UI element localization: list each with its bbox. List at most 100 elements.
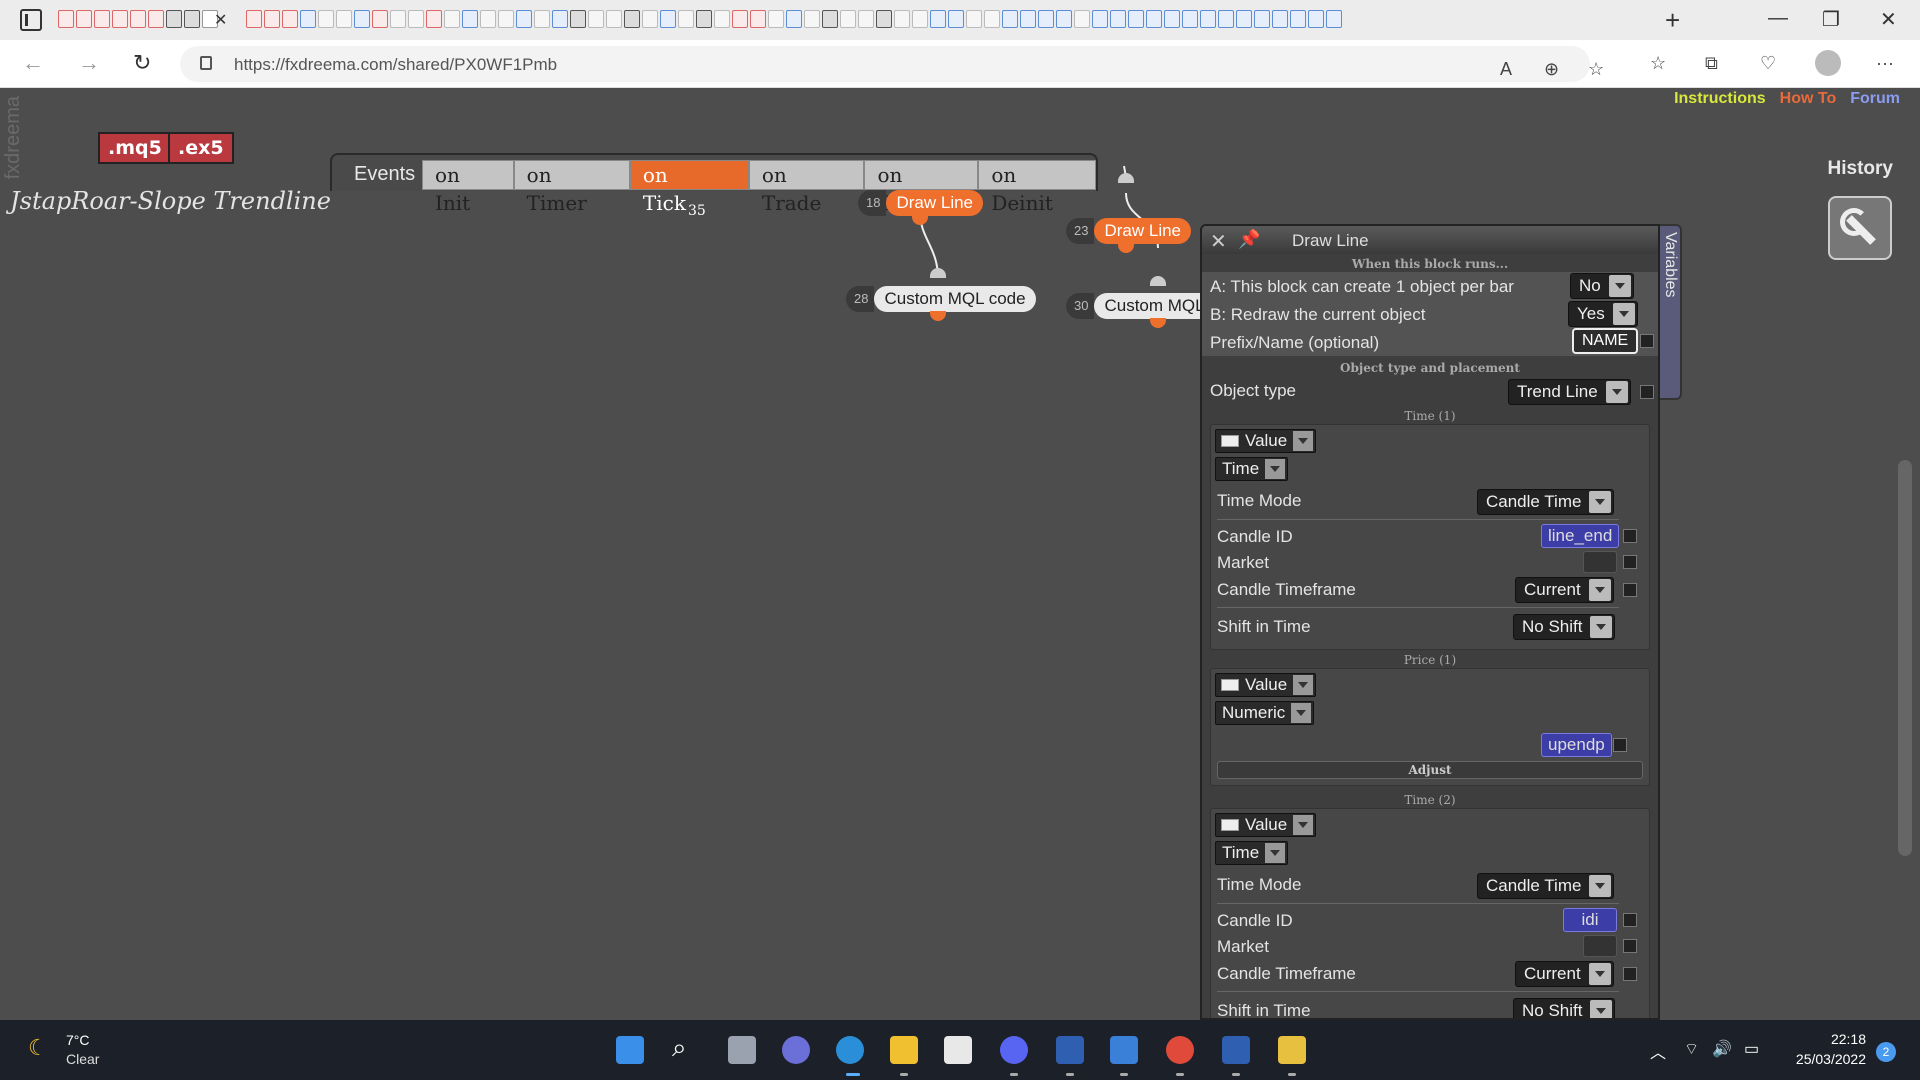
block-input-port[interactable] xyxy=(1118,173,1134,183)
variables-tab[interactable]: Variables xyxy=(1660,224,1682,400)
option-b-select[interactable]: Yes xyxy=(1568,301,1638,327)
chevron-down-icon[interactable] xyxy=(1293,815,1314,835)
tab-favicon[interactable] xyxy=(112,10,128,28)
tab-favicon[interactable] xyxy=(930,10,946,28)
chevron-down-icon[interactable] xyxy=(1588,963,1611,985)
tab-favicon[interactable] xyxy=(768,10,784,28)
tab-favicon[interactable] xyxy=(624,10,640,28)
tab-favicon[interactable] xyxy=(58,10,74,28)
timeframe-checkbox[interactable] xyxy=(1623,967,1637,981)
tab-favicon[interactable] xyxy=(1056,10,1072,28)
tab-favicon[interactable] xyxy=(1038,10,1054,28)
kind-select[interactable]: Time xyxy=(1215,457,1289,481)
chevron-down-icon[interactable] xyxy=(1293,675,1314,695)
chat-icon[interactable] xyxy=(782,1036,810,1064)
more-menu-icon[interactable]: ··· xyxy=(1876,53,1894,74)
tab-favicon[interactable] xyxy=(300,10,316,28)
tab-actions-icon[interactable] xyxy=(20,9,42,31)
shift-select[interactable]: No Shift xyxy=(1513,998,1616,1018)
kind-select[interactable]: Time xyxy=(1215,841,1289,865)
tab-favicon[interactable] xyxy=(1110,10,1126,28)
panel-header[interactable]: ✕ 📌 Draw Line xyxy=(1202,226,1658,254)
lock-icon[interactable] xyxy=(200,56,212,70)
tab-favicon[interactable] xyxy=(876,10,892,28)
edge-icon[interactable] xyxy=(836,1036,864,1064)
url-field[interactable]: https://fxdreema.com/shared/PX0WF1Pmb A … xyxy=(180,46,1604,82)
tab-favicon[interactable] xyxy=(408,10,424,28)
prefix-checkbox[interactable] xyxy=(1640,334,1654,348)
tab-favicon[interactable] xyxy=(714,10,730,28)
favorites-icon[interactable]: ☆ xyxy=(1650,53,1666,74)
tab-favicon[interactable] xyxy=(94,10,110,28)
tab-favicon[interactable] xyxy=(678,10,694,28)
chrome-icon[interactable] xyxy=(1166,1036,1194,1064)
tab-favicon[interactable] xyxy=(552,10,568,28)
task-view-icon[interactable] xyxy=(728,1036,756,1064)
mt5-icon[interactable] xyxy=(1056,1036,1084,1064)
url-text[interactable]: https://fxdreema.com/shared/PX0WF1Pmb xyxy=(234,55,557,75)
file-explorer-icon[interactable] xyxy=(890,1036,918,1064)
tab-favicon[interactable] xyxy=(148,10,164,28)
tab-favicon[interactable] xyxy=(1218,10,1234,28)
tab-favicon[interactable] xyxy=(642,10,658,28)
tab-close-icon[interactable]: ✕ xyxy=(214,10,227,30)
tab-favicon[interactable] xyxy=(606,10,622,28)
weather-temperature[interactable]: 7°C xyxy=(66,1032,90,1048)
tab-favicon[interactable] xyxy=(336,10,352,28)
market-input[interactable] xyxy=(1583,935,1617,957)
maximize-icon[interactable]: ❐ xyxy=(1822,7,1840,32)
tab-favicon[interactable] xyxy=(498,10,514,28)
chevron-down-icon[interactable] xyxy=(1589,875,1612,897)
tab-favicon[interactable] xyxy=(732,10,748,28)
minimize-icon[interactable]: — xyxy=(1768,7,1788,30)
object-type-checkbox[interactable] xyxy=(1640,385,1654,399)
market-checkbox[interactable] xyxy=(1623,939,1637,953)
prefix-input[interactable]: NAME xyxy=(1572,328,1639,354)
tray-chevron-icon[interactable]: ︿ xyxy=(1650,1039,1666,1063)
candle-id-variable[interactable]: line_end xyxy=(1541,524,1620,548)
block-30[interactable]: 30 Custom MQL xyxy=(1066,293,1215,319)
back-icon[interactable]: ← xyxy=(22,50,44,76)
tab-favicon[interactable] xyxy=(1128,10,1144,28)
mail-icon[interactable] xyxy=(1110,1036,1138,1064)
tab-favicon[interactable] xyxy=(1236,10,1252,28)
start-icon[interactable] xyxy=(616,1036,644,1064)
tab-favicon[interactable] xyxy=(660,10,676,28)
tab-favicon[interactable] xyxy=(166,10,182,28)
tab-favicon[interactable] xyxy=(1002,10,1018,28)
tab-favicon[interactable] xyxy=(858,10,874,28)
tab-favicon[interactable] xyxy=(840,10,856,28)
chevron-down-icon[interactable] xyxy=(1605,381,1628,403)
app-icon[interactable] xyxy=(1278,1036,1306,1064)
tab-favicon[interactable] xyxy=(948,10,964,28)
tab-favicon[interactable] xyxy=(76,10,92,28)
candle-id-variable[interactable]: idi xyxy=(1563,908,1617,932)
forward-icon[interactable]: → xyxy=(78,50,100,76)
add-favorite-icon[interactable]: ☆ xyxy=(1588,59,1604,80)
new-tab-button[interactable]: + xyxy=(1665,5,1680,36)
chevron-down-icon[interactable] xyxy=(1265,843,1286,863)
tab-favicon[interactable] xyxy=(1146,10,1162,28)
value-type-select[interactable]: Value xyxy=(1215,673,1317,697)
tab-favicon[interactable] xyxy=(534,10,550,28)
block-23[interactable]: 23 Draw Line xyxy=(1066,218,1192,244)
value-type-select[interactable]: Value xyxy=(1215,429,1317,453)
tab-favicon[interactable] xyxy=(1182,10,1198,28)
tab-favicon[interactable] xyxy=(1254,10,1270,28)
tab-favicon[interactable] xyxy=(184,10,200,28)
window-close-icon[interactable]: ✕ xyxy=(1880,7,1897,32)
time-mode-select[interactable]: Candle Time xyxy=(1477,489,1615,515)
tab-favicon[interactable] xyxy=(372,10,388,28)
read-aloud-icon[interactable]: A xyxy=(1500,59,1512,80)
block-18[interactable]: 18 Draw Line xyxy=(858,190,984,216)
candle-id-checkbox[interactable] xyxy=(1623,529,1637,543)
chevron-down-icon[interactable] xyxy=(1265,459,1286,479)
extensions-icon[interactable]: ♡ xyxy=(1760,53,1776,74)
tab-favicon[interactable] xyxy=(588,10,604,28)
reload-icon[interactable]: ↻ xyxy=(133,50,151,76)
zoom-icon[interactable]: ⊕ xyxy=(1544,59,1559,80)
chevron-down-icon[interactable] xyxy=(1608,275,1631,297)
chevron-down-icon[interactable] xyxy=(1293,431,1314,451)
battery-icon[interactable]: ▭ xyxy=(1744,1039,1759,1059)
close-icon[interactable]: ✕ xyxy=(1210,229,1227,254)
